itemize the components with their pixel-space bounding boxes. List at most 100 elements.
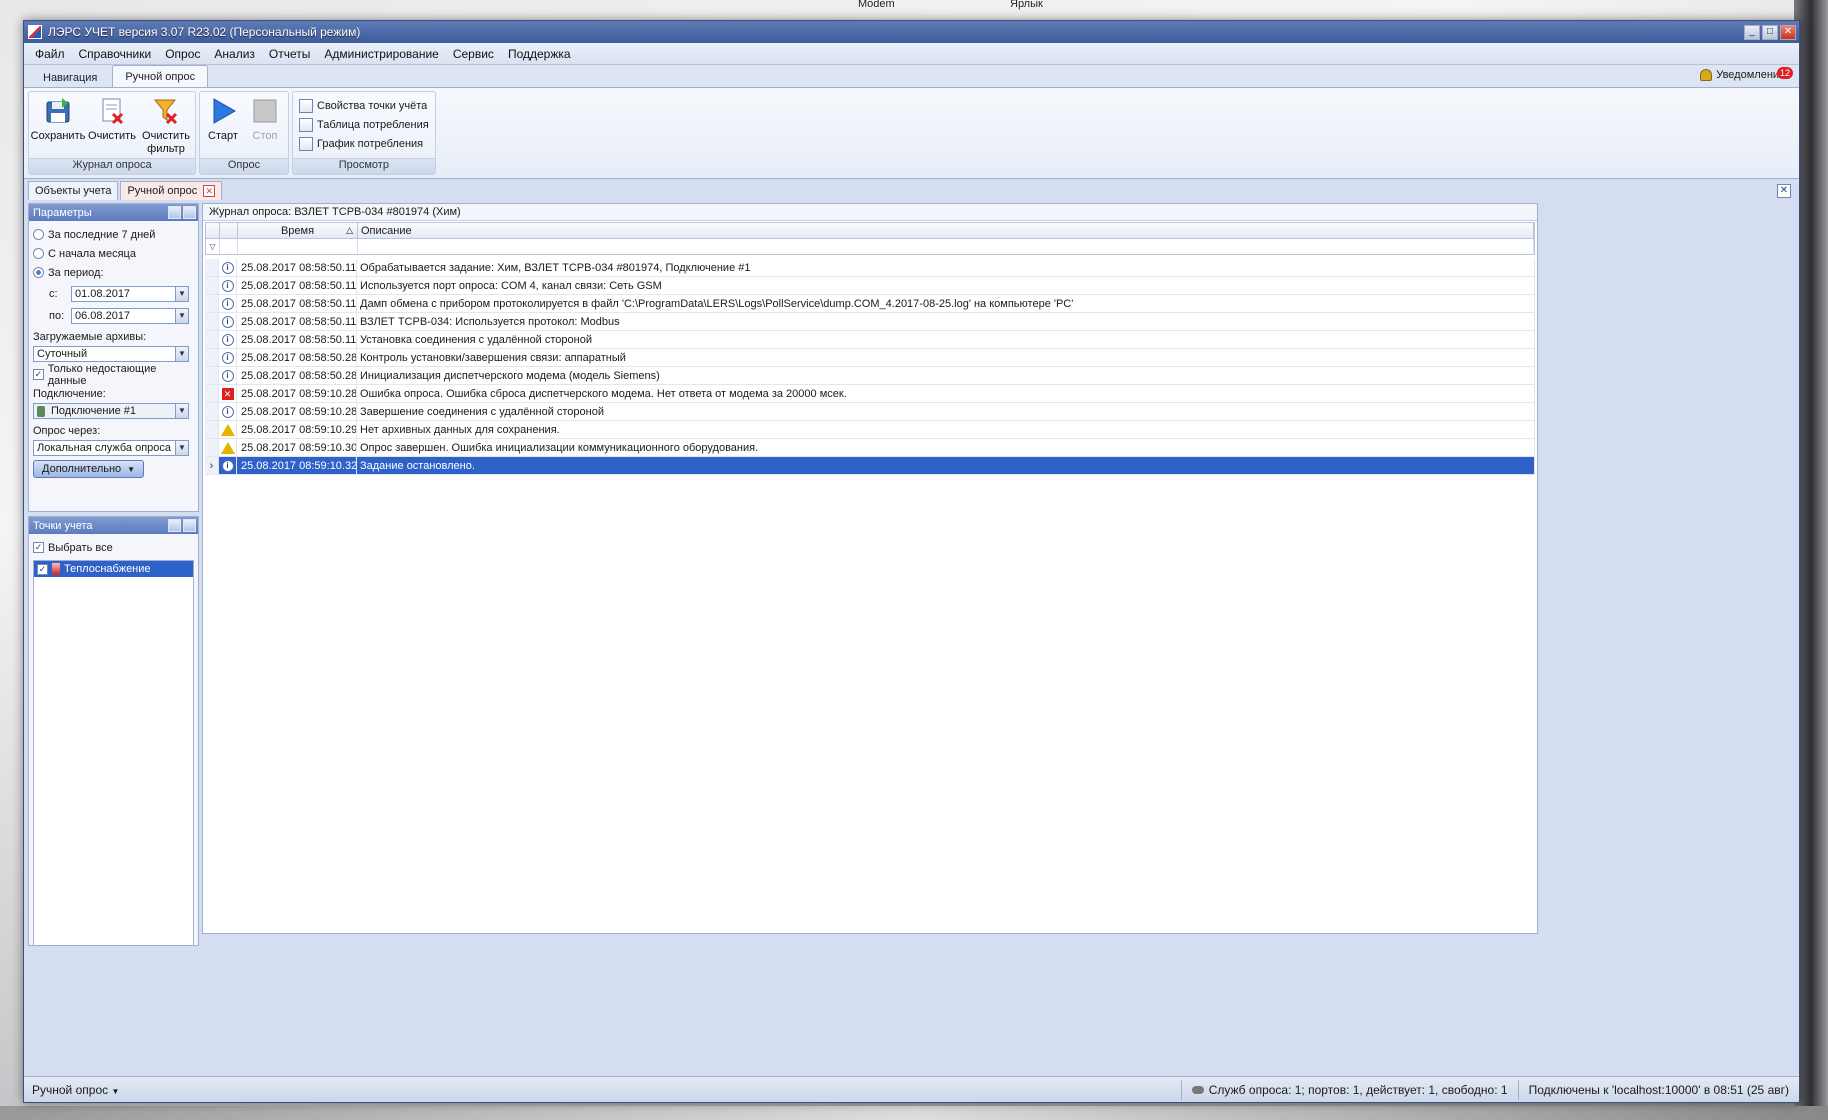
table-row[interactable]: 25.08.2017 08:59:10.309 Опрос завершен. О… (205, 439, 1535, 457)
archives-select[interactable]: Суточный ▼ (33, 346, 189, 362)
row-time: 25.08.2017 08:59:10.309 (237, 439, 357, 456)
chevron-down-icon[interactable]: ▼ (175, 441, 188, 455)
icon-column-header[interactable] (220, 223, 238, 238)
chevron-down-icon[interactable]: ▼ (175, 308, 188, 323)
table-row[interactable]: ✕ 25.08.2017 08:59:10.287 Ошибка опроса. О… (205, 385, 1535, 403)
row-indicator[interactable] (205, 349, 219, 366)
floppy-disk-icon (43, 96, 73, 126)
table-row[interactable]: i 25.08.2017 08:58:50.113 ВЗЛЕТ ТСРВ-034: … (205, 313, 1535, 331)
column-header-time-label: Время (280, 224, 315, 237)
params-panel-header: Параметры (29, 204, 198, 221)
row-indicator[interactable] (205, 295, 219, 312)
row-icon-cell: i (219, 277, 237, 294)
connection-select[interactable]: Подключение #1 ▼ (33, 403, 189, 419)
menu-bar: Файл Справочники Опрос Анализ Отчеты Адм… (24, 43, 1799, 65)
row-indicator[interactable] (205, 313, 219, 330)
row-time: 25.08.2017 08:58:50.280 (237, 349, 357, 366)
date-to-label: по: (49, 309, 65, 322)
ribbon-tab-manual-poll[interactable]: Ручной опрос (112, 65, 209, 87)
row-time: 25.08.2017 08:59:10.287 (237, 385, 357, 402)
table-row[interactable]: i 25.08.2017 08:58:50.281 Инициализация ди… (205, 367, 1535, 385)
pin-icon[interactable] (183, 519, 196, 532)
row-indicator[interactable] (205, 331, 219, 348)
menu-service[interactable]: Сервис (446, 47, 501, 61)
status-mode-dropdown[interactable]: Ручной опрос ▼ (24, 1083, 1181, 1097)
option-month-start[interactable]: С начала месяца (33, 244, 194, 263)
doc-tab-manual-poll[interactable]: Ручной опрос ✕ (120, 181, 223, 200)
chevron-down-icon[interactable]: ▼ (175, 347, 188, 361)
filter-icon[interactable]: ▽ (206, 239, 220, 254)
menu-administration[interactable]: Администрирование (317, 47, 445, 61)
via-select[interactable]: Локальная служба опроса ::... ▼ (33, 440, 189, 456)
minimize-button[interactable]: _ (1744, 24, 1760, 40)
row-indicator[interactable] (205, 403, 219, 420)
table-row[interactable]: i 25.08.2017 08:58:50.113 Используется пор… (205, 277, 1535, 295)
ribbon-tabs: Навигация Ручной опрос Уведомления 12 (24, 65, 1799, 87)
desktop-label-modem[interactable]: Modem (858, 0, 895, 10)
clear-filter-button[interactable]: Очистить фильтр (139, 94, 193, 156)
collapse-icon[interactable] (168, 206, 181, 219)
row-indicator[interactable] (205, 367, 219, 384)
row-time: 25.08.2017 08:58:50.114 (237, 331, 357, 348)
table-row[interactable]: i 25.08.2017 08:58:50.113 Дамп обмена с пр… (205, 295, 1535, 313)
ribbon-tab-navigation[interactable]: Навигация (30, 67, 110, 87)
close-panel-icon[interactable]: ✕ (1777, 184, 1791, 198)
close-tab-icon[interactable]: ✕ (203, 185, 216, 197)
row-indicator[interactable] (205, 439, 219, 456)
clear-button-label: Очистить (88, 130, 136, 142)
date-to-field[interactable]: 06.08.2017 ▼ (71, 307, 189, 324)
app-window: ЛЭРС УЧЕТ версия 3.07 R23.02 (Персональн… (23, 20, 1800, 1103)
row-indicator[interactable]: › (205, 457, 219, 474)
maximize-button[interactable]: □ (1762, 24, 1778, 40)
desktop-label-shortcut[interactable]: Ярлык (1010, 0, 1043, 10)
option-last-7-days[interactable]: За последние 7 дней (33, 225, 194, 244)
menu-analysis[interactable]: Анализ (207, 47, 262, 61)
row-indicator[interactable] (205, 421, 219, 438)
menu-poll[interactable]: Опрос (158, 47, 207, 61)
stop-button[interactable]: Стоп (244, 94, 286, 143)
tree-item-heat-supply[interactable]: ✓ Теплоснабжение (34, 561, 193, 577)
table-row[interactable]: i 25.08.2017 08:58:50.113 Обрабатывается з… (205, 259, 1535, 277)
option-period[interactable]: За период: (33, 263, 194, 282)
consumption-chart-button[interactable]: График потребления (299, 134, 429, 153)
table-row[interactable]: i 25.08.2017 08:58:50.280 Контроль установ… (205, 349, 1535, 367)
column-header-time[interactable]: Время △ (238, 223, 358, 238)
missing-only-checkbox[interactable]: ✓ Только недостающие данные (33, 363, 194, 387)
clear-button[interactable]: Очистить (85, 94, 139, 143)
doc-tab-objects[interactable]: Объекты учета (28, 181, 119, 200)
consumption-table-button[interactable]: Таблица потребления (299, 115, 429, 134)
notifications-button[interactable]: Уведомления 12 (1700, 67, 1793, 81)
collapse-icon[interactable] (168, 519, 181, 532)
row-time: 25.08.2017 08:59:10.288 (237, 403, 357, 420)
tree-item-heat-supply-label: Теплоснабжение (64, 563, 151, 575)
chevron-down-icon[interactable]: ▼ (175, 404, 188, 418)
row-indicator[interactable] (205, 277, 219, 294)
pin-icon[interactable] (183, 206, 196, 219)
table-row[interactable]: i 25.08.2017 08:58:50.114 Установка соедин… (205, 331, 1535, 349)
table-row[interactable]: › i 25.08.2017 08:59:10.320 Задание останов… (205, 457, 1535, 475)
play-icon (208, 96, 238, 126)
date-from-field[interactable]: 01.08.2017 ▼ (71, 285, 189, 302)
close-window-button[interactable]: ✕ (1780, 24, 1796, 40)
select-all-checkbox[interactable]: ✓ Выбрать все (33, 538, 194, 557)
column-header-description[interactable]: Описание (358, 223, 1534, 238)
title-bar[interactable]: ЛЭРС УЧЕТ версия 3.07 R23.02 (Персональн… (24, 21, 1799, 43)
save-button[interactable]: Сохранить (31, 94, 85, 143)
meter-point-properties-button[interactable]: Свойства точки учёта (299, 96, 429, 115)
menu-file[interactable]: Файл (28, 47, 72, 61)
row-indicator[interactable] (205, 259, 219, 276)
start-button[interactable]: Старт (202, 94, 244, 143)
table-row[interactable]: 25.08.2017 08:59:10.291 Нет архивных данн… (205, 421, 1535, 439)
menu-support[interactable]: Поддержка (501, 47, 578, 61)
table-row[interactable]: i 25.08.2017 08:59:10.288 Завершение соеди… (205, 403, 1535, 421)
chevron-down-icon[interactable]: ▼ (175, 286, 188, 301)
row-indicator[interactable] (205, 385, 219, 402)
row-description: Завершение соединения с удалённой сторон… (357, 403, 1535, 420)
menu-directories[interactable]: Справочники (72, 47, 159, 61)
checkbox-checked-icon[interactable]: ✓ (37, 563, 48, 575)
info-icon: i (221, 297, 234, 310)
phone-icon (37, 405, 45, 417)
more-options-button[interactable]: Дополнительно ▼ (33, 460, 145, 478)
menu-reports[interactable]: Отчеты (262, 47, 317, 61)
filter-row[interactable]: ▽ (205, 239, 1535, 255)
